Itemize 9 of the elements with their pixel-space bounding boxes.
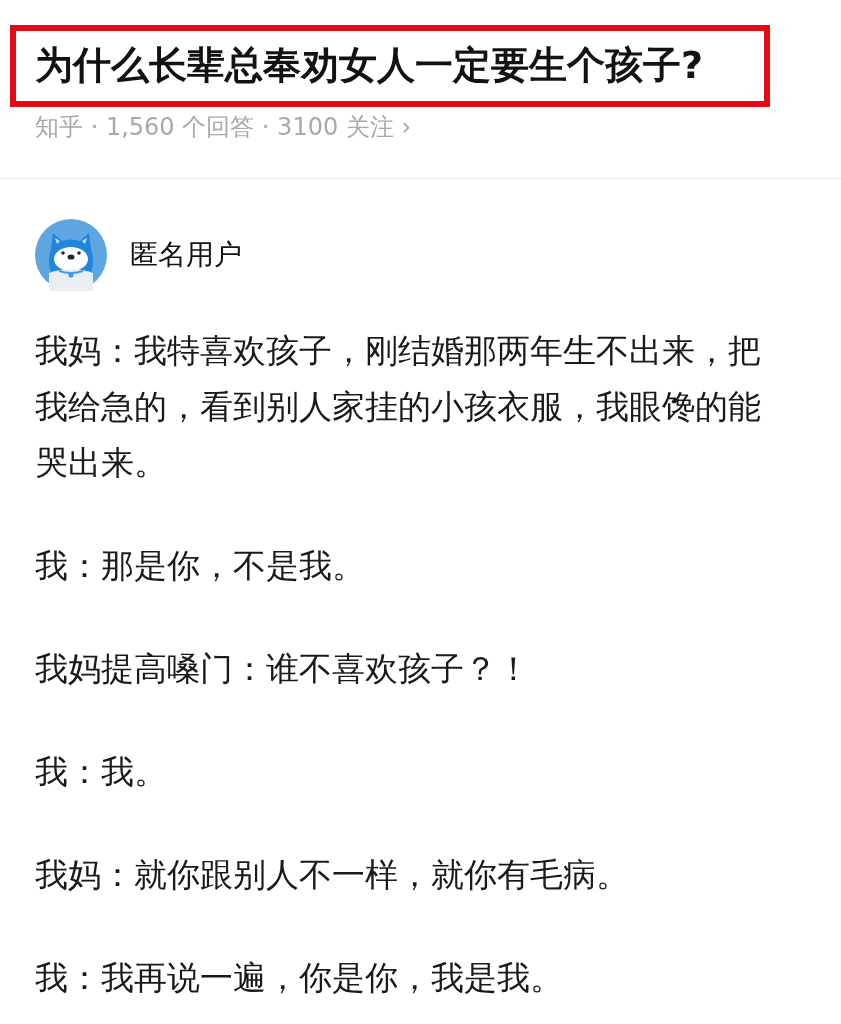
question-title: 为什么长辈总奉劝女人一定要生个孩子? bbox=[35, 42, 705, 89]
answer-paragraph: 我：我再说一遍，你是你，我是我。 bbox=[35, 957, 564, 999]
author-name[interactable]: 匿名用户 bbox=[130, 235, 242, 275]
answer-paragraph: 我：我。 bbox=[35, 751, 168, 793]
answer-paragraph: 我妈：就你跟别人不一样，就你有毛病。 bbox=[35, 854, 630, 896]
answer-paragraph: 我妈：我特喜欢孩子，刚结婚那两年生不出来，把我给急的，看到别人家挂的小孩衣服，我眼馋的能哭出来。 bbox=[35, 330, 762, 484]
answer-paragraph: 我：那是你，不是我。 bbox=[35, 545, 366, 587]
dog-avatar-icon bbox=[35, 219, 107, 291]
answer-paragraph: 我妈提高嗓门：谁不喜欢孩子？！ bbox=[35, 648, 531, 690]
